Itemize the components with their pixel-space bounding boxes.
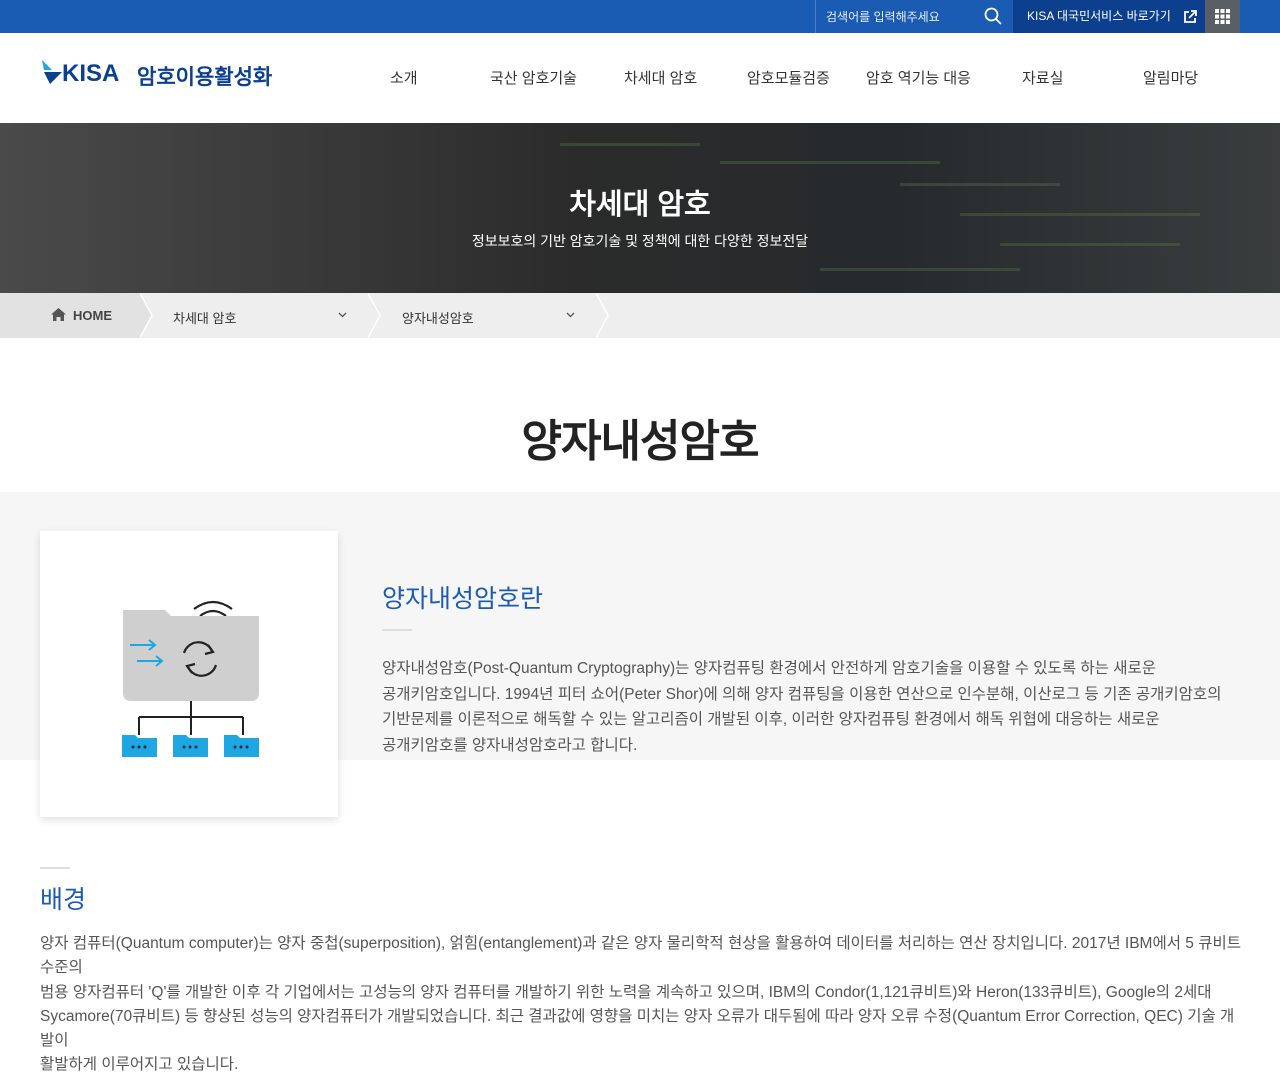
background-heading: 배경 [40, 886, 87, 914]
page-title: 양자내성암호 [521, 417, 760, 466]
nav-item-intro[interactable]: 소개 [390, 67, 418, 88]
logo-brand-text: KISA [62, 60, 120, 87]
nav-item-next-gen-crypto[interactable]: 차세대 암호 [624, 67, 697, 88]
breadcrumb-level2-label: 양자내성암호 [402, 311, 474, 326]
quantum-network-illustration-icon [122, 600, 259, 757]
logo-site-name: 암호이용활성화 [137, 66, 273, 89]
intro-paragraph: 양자내성암호(Post-Quantum Cryptography)는 양자컴퓨팅… [382, 656, 1242, 758]
chevron-down-icon [566, 312, 575, 318]
breadcrumb-home[interactable]: HOME [0, 293, 142, 338]
breadcrumb-level1-label: 차세대 암호 [173, 311, 237, 326]
breadcrumb-dropdown-level2[interactable]: 양자내성암호 [382, 293, 596, 338]
background-line: Sycamore(70큐비트) 등 향상된 성능의 양자컴퓨터가 개발되었습니다… [40, 1007, 1235, 1050]
intro-divider [382, 629, 412, 631]
breadcrumb-separator-icon [140, 293, 153, 338]
home-icon [51, 308, 66, 321]
nav-item-resources[interactable]: 자료실 [1022, 67, 1063, 88]
external-link-icon [1184, 10, 1197, 23]
kisa-logo-mark-icon [42, 60, 62, 84]
background-line: 활발하게 이루어지고 있습니다. [40, 1056, 239, 1074]
grid-menu-icon [1215, 9, 1230, 24]
breadcrumb-dropdown-level1[interactable]: 차세대 암호 [154, 293, 368, 338]
intro-line: 공개키암호입니다. 1994년 피터 쇼어(Peter Shor)에 의해 양자… [382, 685, 1222, 703]
nav-item-domestic-crypto[interactable]: 국산 암호기술 [490, 67, 577, 88]
breadcrumb-home-label: HOME [73, 308, 112, 323]
breadcrumb-separator-icon [368, 293, 381, 338]
breadcrumb: HOME 차세대 암호 양자내성암호 [0, 293, 1280, 338]
background-divider [40, 867, 70, 869]
hero-title: 차세대 암호 [569, 189, 711, 221]
kisa-public-service-link[interactable]: KISA 대국민서비스 바로가기 [1013, 0, 1205, 33]
nav-item-notice[interactable]: 알림마당 [1143, 67, 1198, 88]
background-line: 양자 컴퓨터(Quantum computer)는 양자 중첩(superpos… [40, 935, 1241, 977]
background-line: 범용 양자컴퓨터 'Q'를 개발한 이후 각 기업에서는 고성능의 양자 컴퓨터… [40, 983, 1212, 1001]
intro-line: 기반문제를 이론적으로 해독할 수 있는 알고리즘이 개발된 이후, 이러한 양… [382, 711, 1160, 728]
intro-illustration-card [40, 531, 338, 817]
main-header: KISA 암호이용활성화 소개 국산 암호기술 차세대 암호 암호모듈검증 암호… [0, 33, 1280, 123]
chevron-down-icon [338, 312, 347, 318]
search-box [815, 0, 1013, 33]
intro-line: 공개키암호를 양자내성암호라고 합니다. [382, 736, 638, 754]
background-paragraph: 양자 컴퓨터(Quantum computer)는 양자 중첩(superpos… [40, 932, 1245, 1078]
kisa-public-service-label: KISA 대국민서비스 바로가기 [1027, 9, 1171, 23]
nav-item-crypto-misuse[interactable]: 암호 역기능 대응 [866, 67, 971, 88]
sitemap-button[interactable] [1205, 0, 1240, 33]
top-utility-bar: KISA 대국민서비스 바로가기 [0, 0, 1280, 33]
hero-subtitle: 정보보호의 기반 암호기술 및 정책에 대한 다양한 정보전달 [471, 233, 809, 249]
search-icon[interactable] [984, 7, 1002, 25]
hero-banner: 차세대 암호 정보보호의 기반 암호기술 및 정책에 대한 다양한 정보전달 [0, 123, 1280, 293]
intro-line: 양자내성암호(Post-Quantum Cryptography)는 양자컴퓨팅… [382, 660, 1156, 677]
breadcrumb-separator-icon [596, 293, 609, 338]
nav-item-module-validation[interactable]: 암호모듈검증 [747, 67, 830, 88]
search-input[interactable] [816, 0, 976, 33]
intro-heading: 양자내성암호란 [382, 585, 544, 613]
